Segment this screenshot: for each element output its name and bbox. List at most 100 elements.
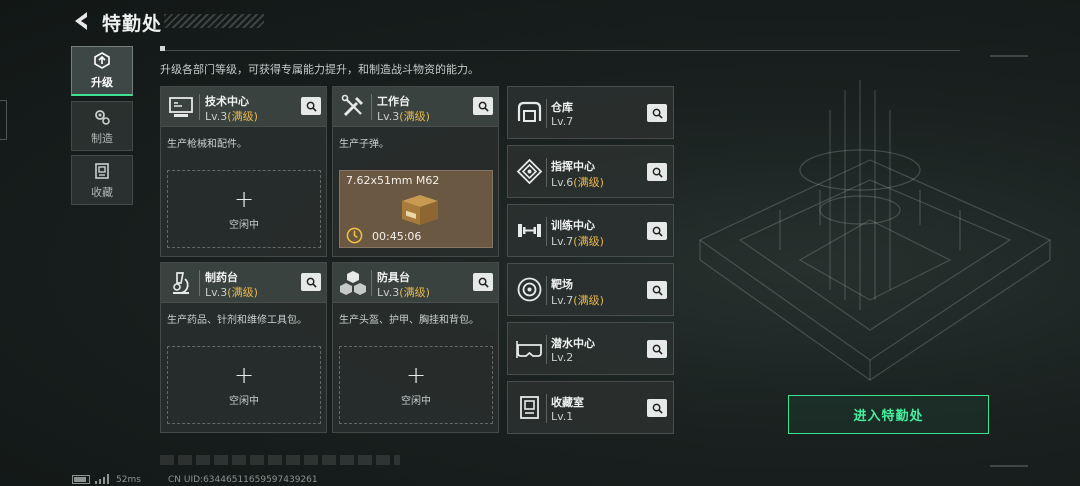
search-button[interactable] bbox=[473, 273, 493, 291]
craft-slot-empty[interactable]: + 空闲中 bbox=[339, 346, 493, 424]
facility-training-center[interactable]: 训练中心 Lv.7(满级) bbox=[507, 204, 674, 257]
command-center-icon bbox=[516, 158, 543, 185]
header-divider-tick bbox=[160, 46, 165, 51]
facility-name: 仓库 bbox=[551, 101, 573, 114]
search-button[interactable] bbox=[647, 222, 667, 240]
tab-upgrade[interactable]: 升级 bbox=[71, 46, 133, 96]
header-divider bbox=[160, 50, 960, 51]
crafting-item-name: 7.62x51mm M62 bbox=[346, 174, 440, 187]
left-edge-handle bbox=[0, 100, 7, 140]
signal-icon bbox=[95, 474, 109, 484]
craft-slot-empty[interactable]: + 空闲中 bbox=[167, 170, 321, 248]
collection-icon bbox=[95, 162, 109, 179]
search-button[interactable] bbox=[301, 97, 321, 115]
page-subtitle: 升级各部门等级，可获得专属能力提升，和制造战斗物资的能力。 bbox=[160, 63, 479, 76]
search-button[interactable] bbox=[647, 399, 667, 417]
facility-command-center[interactable]: 指挥中心 Lv.6(满级) bbox=[507, 145, 674, 198]
footer-decoration bbox=[160, 455, 400, 465]
facility-card-armor-bench[interactable]: 防具台 Lv.3(满级) 生产头盔、护甲、胸挂和背包。 + 空闲中 bbox=[332, 262, 499, 433]
search-button[interactable] bbox=[473, 97, 493, 115]
ammo-box-icon bbox=[402, 195, 438, 225]
dumbbell-icon bbox=[518, 224, 541, 237]
tab-collection-label: 收藏 bbox=[91, 185, 113, 199]
timer-icon bbox=[346, 227, 363, 244]
base-wireframe-illustration bbox=[698, 80, 1052, 381]
card-name: 防具台 bbox=[377, 271, 410, 284]
facility-level: Lv.1 bbox=[551, 410, 574, 423]
card-description: 生产枪械和配件。 bbox=[167, 139, 247, 150]
card-description: 生产子弹。 bbox=[339, 139, 389, 150]
tab-upgrade-label: 升级 bbox=[91, 76, 113, 89]
search-icon bbox=[652, 108, 663, 119]
ping-readout: 52ms bbox=[116, 475, 141, 485]
gears-icon bbox=[95, 109, 110, 125]
facility-card-pharmacy[interactable]: 制药台 Lv.3(满级) 生产药品、针剂和维修工具包。 + 空闲中 bbox=[160, 262, 327, 433]
card-level: Lv.3(满级) bbox=[205, 110, 258, 123]
search-button[interactable] bbox=[301, 273, 321, 291]
slot-status: 空闲中 bbox=[229, 219, 259, 231]
warehouse-icon bbox=[517, 101, 542, 122]
facility-collection-room[interactable]: 收藏室 Lv.1 bbox=[507, 381, 674, 434]
tools-icon bbox=[341, 94, 363, 117]
facility-name: 训练中心 bbox=[551, 219, 595, 232]
frame-decoration bbox=[990, 455, 1028, 467]
facility-level: Lv.6(满级) bbox=[551, 176, 604, 189]
user-uid: CN UID:6344651165959743926​1 bbox=[168, 475, 318, 485]
facility-shooting-range[interactable]: 靶场 Lv.7(满级) bbox=[507, 263, 674, 316]
slot-status: 空闲中 bbox=[229, 395, 259, 407]
tab-craft[interactable]: 制造 bbox=[71, 101, 133, 151]
facility-name: 靶场 bbox=[551, 278, 573, 291]
facility-level: Lv.2 bbox=[551, 351, 574, 364]
monitor-icon bbox=[169, 97, 193, 117]
search-icon bbox=[652, 403, 663, 414]
plus-icon: + bbox=[233, 360, 255, 389]
facility-warehouse[interactable]: 仓库 Lv.7 bbox=[507, 86, 674, 139]
card-level: Lv.3(满级) bbox=[205, 286, 258, 299]
craft-slot-active[interactable]: 7.62x51mm M62 00:45:06 bbox=[339, 170, 493, 248]
facility-card-workbench[interactable]: 工作台 Lv.3(满级) 生产子弹。 7.62x51mm M62 00:45:0… bbox=[332, 86, 499, 257]
card-name: 制药台 bbox=[205, 271, 238, 284]
facility-name: 指挥中心 bbox=[551, 160, 595, 173]
search-icon bbox=[478, 101, 489, 112]
search-icon bbox=[306, 277, 317, 288]
facility-level: Lv.7(满级) bbox=[551, 235, 604, 248]
upgrade-icon bbox=[94, 52, 110, 69]
craft-slot-empty[interactable]: + 空闲中 bbox=[167, 346, 321, 424]
facility-level: Lv.7(满级) bbox=[551, 294, 604, 307]
plus-icon: + bbox=[405, 360, 427, 389]
search-icon bbox=[652, 285, 663, 296]
facility-diving-center[interactable]: 潜水中心 Lv.2 bbox=[507, 322, 674, 375]
facility-name: 潜水中心 bbox=[551, 337, 595, 350]
tab-collection[interactable]: 收藏 bbox=[71, 155, 133, 205]
cubes-icon bbox=[340, 271, 366, 295]
tab-craft-label: 制造 bbox=[91, 131, 113, 145]
card-level: Lv.3(满级) bbox=[377, 286, 430, 299]
facility-name: 收藏室 bbox=[551, 396, 584, 409]
microscope-icon bbox=[173, 272, 189, 294]
search-button[interactable] bbox=[647, 281, 667, 299]
card-level: Lv.3(满级) bbox=[377, 110, 430, 123]
card-name: 技术中心 bbox=[205, 95, 249, 108]
search-icon bbox=[306, 101, 317, 112]
facility-level: Lv.7 bbox=[551, 115, 574, 128]
page-title: 特勤处 bbox=[102, 13, 163, 35]
search-icon bbox=[478, 277, 489, 288]
frame-decoration bbox=[990, 55, 1028, 69]
enter-special-ops-button[interactable]: 进入特勤处 bbox=[788, 395, 989, 434]
plus-icon: + bbox=[233, 184, 255, 213]
search-button[interactable] bbox=[647, 340, 667, 358]
crafting-timer: 00:45:06 bbox=[372, 230, 422, 243]
title-decoration bbox=[164, 14, 264, 28]
search-icon bbox=[652, 344, 663, 355]
search-icon bbox=[652, 167, 663, 178]
target-icon bbox=[517, 277, 542, 302]
slot-status: 空闲中 bbox=[401, 395, 431, 407]
card-description: 生产药品、针剂和维修工具包。 bbox=[167, 315, 307, 326]
back-arrow-icon[interactable] bbox=[70, 9, 94, 33]
card-name: 工作台 bbox=[377, 95, 410, 108]
search-icon bbox=[652, 226, 663, 237]
search-button[interactable] bbox=[647, 104, 667, 122]
facility-card-tech-center[interactable]: 技术中心 Lv.3(满级) 生产枪械和配件。 + 空闲中 bbox=[160, 86, 327, 257]
search-button[interactable] bbox=[647, 163, 667, 181]
battery-icon bbox=[72, 475, 90, 484]
